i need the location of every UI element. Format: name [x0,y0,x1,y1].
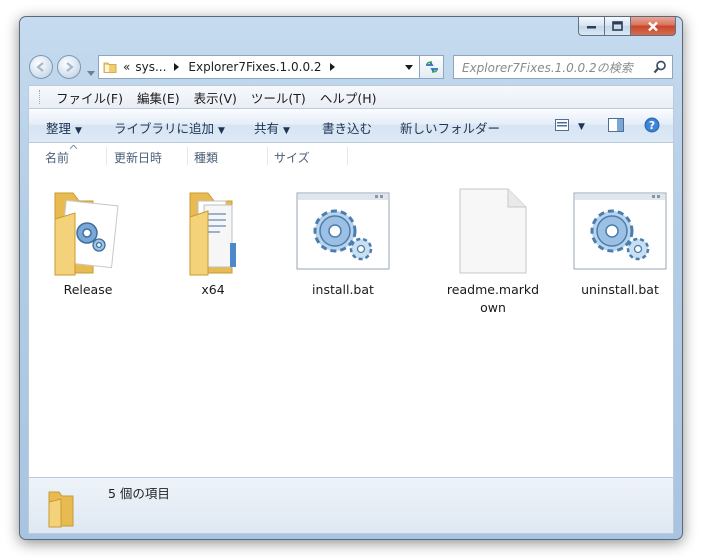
chevron-down-icon: ▼ [218,126,225,136]
refresh-icon [425,61,438,73]
file-list-area[interactable]: 名前 更新日時 種類 サイズ Release x64 install.bat r… [28,143,674,477]
help-button[interactable]: ? [644,117,660,136]
back-arrow-icon [36,62,44,72]
batch-file-icon [572,181,668,281]
column-separator[interactable] [267,147,268,165]
new-folder-label: 新しいフォルダー [400,121,501,136]
search-input[interactable]: Explorer7Fixes.1.0.0.2の検索 [453,55,673,79]
file-item-x64[interactable]: x64 [165,181,261,299]
item-count: 5 個の項目 [108,486,170,501]
file-item-readme-markdown[interactable]: readme.markdown [445,181,541,317]
svg-text:?: ? [649,119,655,132]
maximize-icon [612,21,623,31]
chevron-down-icon: ▼ [75,126,82,136]
breadcrumb-separator-icon[interactable] [174,63,180,71]
include-in-library-label: ライブラリに追加 [114,121,215,136]
caption-buttons [578,17,676,37]
close-icon [648,21,658,31]
breadcrumb-separator-icon[interactable] [329,63,336,71]
file-name: readme.markdown [446,282,540,315]
change-view-button[interactable] [555,119,569,134]
column-header-type[interactable]: 種類 [194,149,218,166]
minimize-button[interactable] [578,17,605,36]
file-name: Release [63,282,113,297]
column-separator[interactable] [187,147,188,165]
search-placeholder: Explorer7Fixes.1.0.0.2の検索 [462,60,633,75]
explorer-window: « sys... Explorer7Fixes.1.0.0.2 Explorer… [19,16,683,540]
forward-arrow-icon [66,62,74,72]
maximize-button[interactable] [605,17,631,36]
organize-button[interactable]: 整理 ▼ [46,118,82,137]
minimize-icon [587,26,596,29]
view-icon [555,119,569,131]
back-button[interactable] [29,55,53,79]
folder-icon [103,62,117,73]
details-pane: 5 個の項目 [28,477,674,534]
breadcrumb-current[interactable]: Explorer7Fixes.1.0.0.2 [188,60,321,74]
file-name: uninstall.bat [581,282,659,297]
blank-file-icon [445,181,541,281]
menu-grip [39,90,42,104]
menu-edit[interactable]: 編集(E) [130,88,187,107]
include-in-library-button[interactable]: ライブラリに追加 ▼ [114,118,225,137]
column-header-size[interactable]: サイズ [274,149,310,166]
navigation-bar: « sys... Explorer7Fixes.1.0.0.2 Explorer… [29,52,675,82]
chevron-down-icon: ▼ [578,122,585,132]
file-name: x64 [201,282,225,297]
column-header-modified[interactable]: 更新日時 [114,149,162,166]
column-header-name[interactable]: 名前 [45,149,69,166]
file-item-uninstall-bat[interactable]: uninstall.bat [572,181,668,299]
address-overflow[interactable]: « [123,60,130,74]
menu-bar: ファイル(F) 編集(E) 表示(V) ツール(T) ヘルプ(H) [28,85,674,109]
folder-icon [48,491,74,528]
close-button[interactable] [631,17,676,36]
organize-label: 整理 [46,121,72,136]
new-folder-button[interactable]: 新しいフォルダー [400,118,500,137]
chevron-down-icon [87,71,95,76]
file-item-install-bat[interactable]: install.bat [295,181,391,299]
view-options-dropdown[interactable]: ▼ [578,117,585,132]
folder-with-documents-icon [165,181,261,281]
preview-pane-icon [608,118,624,132]
command-bar: 整理 ▼ ライブラリに追加 ▼ 共有 ▼ 書き込む 新しいフォルダー ▼ ? [28,109,674,143]
column-separator[interactable] [347,147,348,165]
preview-pane-button[interactable] [608,118,624,135]
folder-with-gear-icon [40,181,136,281]
recent-pages-dropdown[interactable] [87,65,95,79]
menu-tools[interactable]: ツール(T) [244,88,313,107]
file-item-release[interactable]: Release [40,181,136,299]
chevron-down-icon: ▼ [283,126,290,136]
burn-button[interactable]: 書き込む [322,118,372,137]
share-label: 共有 [254,121,280,136]
burn-label: 書き込む [322,121,373,136]
batch-file-icon [295,181,391,281]
address-dropdown-icon[interactable] [405,65,413,70]
file-name: install.bat [312,282,374,297]
sort-ascending-icon [70,145,77,149]
search-icon[interactable] [653,60,667,74]
menu-file[interactable]: ファイル(F) [49,88,130,107]
column-separator[interactable] [106,147,107,165]
menu-view[interactable]: 表示(V) [187,88,244,107]
breadcrumb-sys[interactable]: sys... [135,60,166,74]
forward-button[interactable] [57,55,81,79]
address-bar[interactable]: « sys... Explorer7Fixes.1.0.0.2 [98,55,420,79]
refresh-button[interactable] [420,55,444,79]
share-button[interactable]: 共有 ▼ [254,118,290,137]
help-icon: ? [644,117,660,133]
menu-help[interactable]: ヘルプ(H) [313,88,384,107]
